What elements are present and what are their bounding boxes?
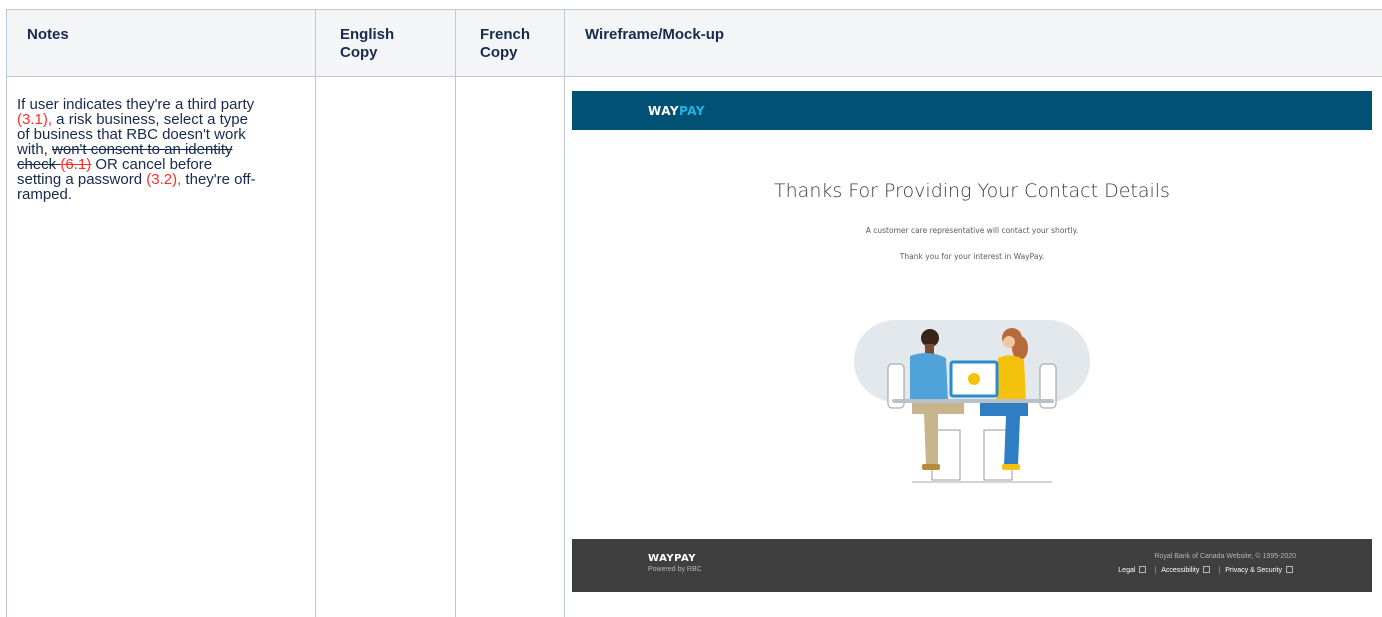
external-link-icon xyxy=(1139,566,1147,573)
header-notes-label: Notes xyxy=(27,26,69,43)
external-link-icon xyxy=(1203,566,1211,573)
mockup-message: A customer care representative will cont… xyxy=(865,226,1079,235)
note-segment: ramped. xyxy=(17,186,73,203)
header-notes: Notes xyxy=(6,9,316,77)
header-wireframe: Wireframe/Mock-up xyxy=(565,9,1382,77)
mockup-title: Thanks For Providing Your Contact Detail… xyxy=(774,180,1170,202)
header-english-line1: English xyxy=(340,26,395,43)
footer-logo: WAYPAY xyxy=(648,553,697,564)
footer-powered-by: Powered by RBC xyxy=(648,566,702,573)
note-line: check (6.1) OR cancel before xyxy=(17,157,313,172)
note-line: (3.1), a risk business, select a type xyxy=(17,112,313,127)
note-line: with, won't consent to an identity xyxy=(17,142,313,157)
footer-link-legal[interactable]: Legal xyxy=(1118,567,1135,574)
meeting-illustration xyxy=(854,320,1090,483)
footer-separator: | xyxy=(1218,567,1221,574)
cell-english-copy xyxy=(316,77,456,617)
footer-separator: | xyxy=(1154,567,1157,574)
waypay-logo: WAYPAY xyxy=(648,104,706,118)
footer-link-accessibility[interactable]: Accessibility xyxy=(1161,567,1199,574)
footer-link-privacy[interactable]: Privacy & Security xyxy=(1225,567,1282,574)
note-line: setting a password (3.2), they're off- xyxy=(17,172,313,187)
cell-notes: If user indicates they're a third party … xyxy=(6,77,316,617)
mockup-thanks: Thank you for your interest in WayPay. xyxy=(899,252,1045,261)
cell-french-copy xyxy=(456,77,565,617)
note-line: If user indicates they're a third party xyxy=(17,97,313,112)
note-ref-3-2: (3.2), xyxy=(146,171,182,188)
header-wireframe-label: Wireframe/Mock-up xyxy=(585,26,725,43)
note-line: of business that RBC doesn't work xyxy=(17,127,313,142)
header-french-line2: Copy xyxy=(480,44,518,61)
waypay-mockup: WAYPAY Thanks For Providing Your Contact… xyxy=(572,91,1372,592)
header-english-copy: English Copy xyxy=(316,9,456,77)
notes-text: If user indicates they're a third party … xyxy=(17,97,313,202)
footer-links: Legal | Accessibility | Privacy & Security xyxy=(1118,566,1296,574)
footer-copyright: Royal Bank of Canada Website, © 1995-202… xyxy=(1154,553,1296,560)
header-french-line1: French xyxy=(480,26,531,43)
mockup-header-bar: WAYPAY xyxy=(572,91,1372,130)
note-segment: they're off- xyxy=(181,171,256,188)
header-french-copy: French Copy xyxy=(456,9,565,77)
mockup-footer: WAYPAY Powered by RBC Royal Bank of Cana… xyxy=(572,539,1372,592)
external-link-icon xyxy=(1286,566,1293,573)
note-line: ramped. xyxy=(17,187,313,202)
header-english-line2: Copy xyxy=(340,44,378,61)
